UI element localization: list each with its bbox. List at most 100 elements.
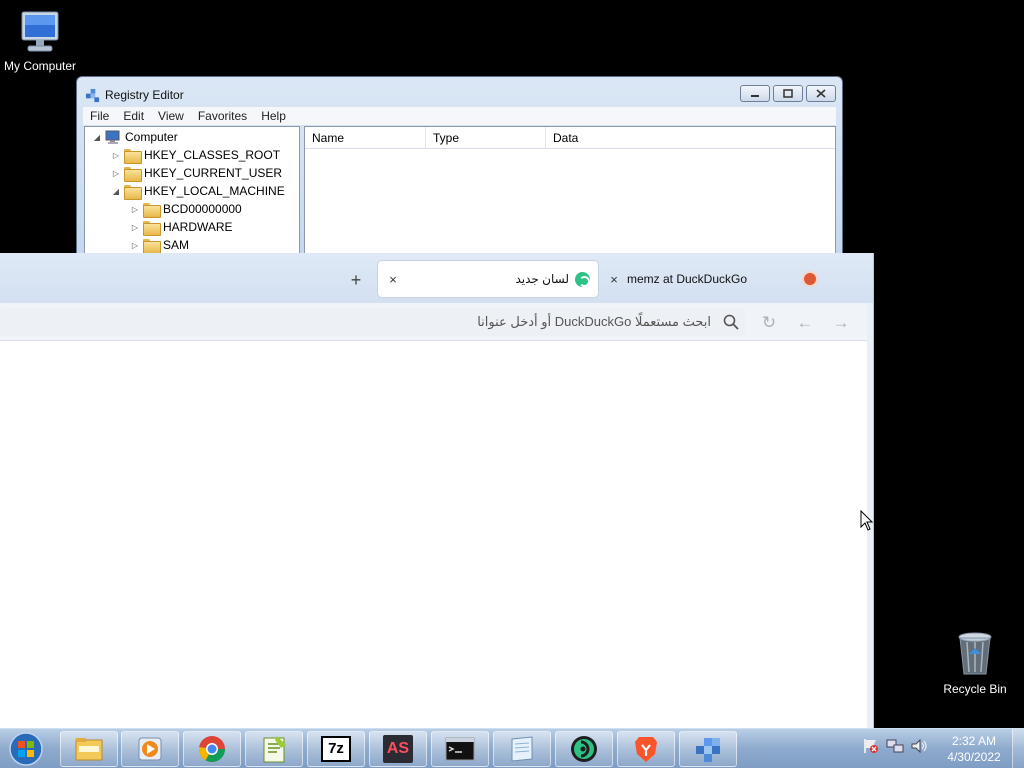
tab-new-tab[interactable]: × لسان جديد: [377, 260, 599, 298]
tree-item-sam[interactable]: ▷ SAM: [131, 236, 189, 254]
close-button[interactable]: [806, 85, 836, 102]
minimize-icon: [751, 94, 759, 97]
expand-arrow-icon[interactable]: ◢: [93, 133, 101, 142]
tab-title: memz at DuckDuckGo: [627, 272, 748, 286]
my-computer-icon: [21, 11, 59, 52]
tree-item-hardware[interactable]: ▷ HARDWARE: [131, 218, 233, 236]
maximize-icon: [783, 89, 793, 98]
folder-icon: [143, 238, 161, 254]
notepad-plus-plus-icon: [263, 736, 286, 763]
back-button[interactable]: ←: [794, 312, 816, 334]
notepad-icon: [511, 736, 533, 762]
taskbar-android-studio[interactable]: AS: [369, 731, 427, 767]
tree-item-bcd00000000[interactable]: ▷ BCD00000000: [131, 200, 242, 218]
registry-editor-titlebar[interactable]: Registry Editor: [85, 86, 184, 104]
expand-arrow-icon[interactable]: ▷: [112, 169, 120, 178]
clock-time: 2:32 AM: [951, 734, 997, 748]
action-center-flag-icon[interactable]: [862, 737, 880, 755]
address-bar[interactable]: ابحث مستعملًا DuckDuckGo أو أدخل عنوانا: [0, 308, 745, 336]
tree-item-label: SAM: [163, 238, 190, 252]
taskbar: 7z AS 2:32 AM 4/30/2022: [0, 728, 1024, 768]
tab-close-icon[interactable]: ×: [384, 272, 402, 287]
tree-item-label: Computer: [125, 130, 178, 144]
expand-arrow-icon[interactable]: ▷: [131, 205, 139, 214]
column-header-name[interactable]: Name: [305, 127, 426, 149]
tab-close-icon[interactable]: ×: [605, 272, 623, 287]
menu-favorites[interactable]: Favorites: [191, 109, 254, 123]
7zip-label: 7z: [328, 740, 344, 757]
registry-editor-icon: [696, 738, 720, 762]
maximize-button[interactable]: [773, 85, 803, 102]
column-header-data[interactable]: Data: [546, 127, 835, 149]
folder-icon: [124, 148, 142, 164]
column-header-type[interactable]: Type: [426, 127, 546, 149]
forward-button[interactable]: →: [830, 312, 852, 334]
registry-values-pane[interactable]: Name Type Data: [304, 126, 836, 266]
taskbar-brave[interactable]: [617, 731, 675, 767]
mouse-cursor-icon: [860, 510, 874, 531]
expand-arrow-icon[interactable]: ▷: [131, 241, 139, 250]
menu-view[interactable]: View: [151, 109, 191, 123]
reload-button[interactable]: ↻: [758, 312, 780, 334]
tree-item-hkey-current-user[interactable]: ▷ HKEY_CURRENT_USER: [112, 164, 282, 182]
my-computer-desktop-icon[interactable]: My Computer: [0, 8, 80, 73]
tab-title: لسان جديد: [515, 272, 569, 286]
close-icon: [816, 89, 826, 98]
start-button[interactable]: [6, 731, 46, 767]
taskbar-registry-editor[interactable]: [679, 731, 737, 767]
tree-item-label: HARDWARE: [163, 220, 233, 234]
expand-arrow-icon[interactable]: ▷: [112, 151, 120, 160]
volume-icon[interactable]: [910, 737, 928, 755]
menu-help[interactable]: Help: [254, 109, 293, 123]
expand-arrow-icon[interactable]: ▷: [131, 223, 139, 232]
values-column-headers: Name Type Data: [305, 127, 835, 149]
7zip-icon: 7z: [321, 736, 351, 762]
taskbar-7zip[interactable]: 7z: [307, 731, 365, 767]
taskbar-file-explorer[interactable]: [60, 731, 118, 767]
taskbar-command-prompt[interactable]: [431, 731, 489, 767]
folder-icon: [124, 184, 142, 200]
folder-icon: [143, 220, 161, 236]
command-prompt-icon: [445, 737, 475, 761]
new-tab-button[interactable]: +: [345, 269, 367, 291]
taskbar-chrome[interactable]: [183, 731, 241, 767]
registry-editor-title: Registry Editor: [105, 88, 184, 102]
registry-tree-pane[interactable]: ◢ Computer ▷ HKEY_CLASSES_ROOT ▷ HKEY_CU…: [84, 126, 300, 266]
minimize-button[interactable]: [740, 85, 770, 102]
tree-item-label: HKEY_CLASSES_ROOT: [144, 148, 281, 162]
taskbar-notepad[interactable]: [493, 731, 551, 767]
chrome-icon: [198, 736, 226, 763]
browser-window[interactable]: + × لسان جديد × memz at DuckDuckGo ابحث …: [0, 253, 874, 728]
menu-edit[interactable]: Edit: [116, 109, 151, 123]
network-icon[interactable]: [886, 737, 904, 755]
android-studio-label: AS: [386, 740, 410, 757]
taskbar-duckduckgo-browser[interactable]: [555, 731, 613, 767]
taskbar-clock[interactable]: 2:32 AM 4/30/2022: [940, 733, 1008, 765]
expand-arrow-icon[interactable]: ◢: [112, 187, 120, 196]
page-content[interactable]: [0, 341, 867, 728]
duckduckgo-browser-icon: [571, 736, 597, 762]
folder-icon: [124, 166, 142, 182]
tab-memz-duckduckgo[interactable]: × memz at DuckDuckGo: [605, 260, 830, 298]
tree-item-computer[interactable]: ◢ Computer: [93, 128, 178, 146]
taskbar-media-player[interactable]: [121, 731, 179, 767]
computer-icon: [105, 130, 120, 144]
tab-strip: + × لسان جديد × memz at DuckDuckGo: [0, 253, 873, 303]
clock-date: 4/30/2022: [947, 750, 1001, 764]
taskbar-notepad-plus-plus[interactable]: [245, 731, 303, 767]
browser-toolbar: ابحث مستعملًا DuckDuckGo أو أدخل عنوانا …: [0, 303, 867, 341]
recycle-bin-desktop-icon[interactable]: Recycle Bin: [940, 630, 1010, 696]
duckduckgo-logo-icon: [575, 271, 590, 287]
registry-editor-window[interactable]: Registry Editor File Edit View Favorites…: [76, 76, 843, 266]
registry-editor-app-icon: [85, 88, 100, 102]
system-tray: [862, 737, 928, 755]
tree-item-label: HKEY_LOCAL_MACHINE: [144, 184, 285, 198]
folder-icon: [143, 202, 161, 218]
menu-file[interactable]: File: [83, 109, 116, 123]
tree-item-label: HKEY_CURRENT_USER: [144, 166, 283, 180]
my-computer-label: My Computer: [3, 59, 77, 73]
tree-item-hkey-local-machine[interactable]: ◢ HKEY_LOCAL_MACHINE: [112, 182, 285, 200]
show-desktop-button[interactable]: [1012, 729, 1024, 768]
tree-item-hkey-classes-root[interactable]: ▷ HKEY_CLASSES_ROOT: [112, 146, 280, 164]
address-bar-placeholder: ابحث مستعملًا DuckDuckGo أو أدخل عنوانا: [477, 314, 711, 329]
